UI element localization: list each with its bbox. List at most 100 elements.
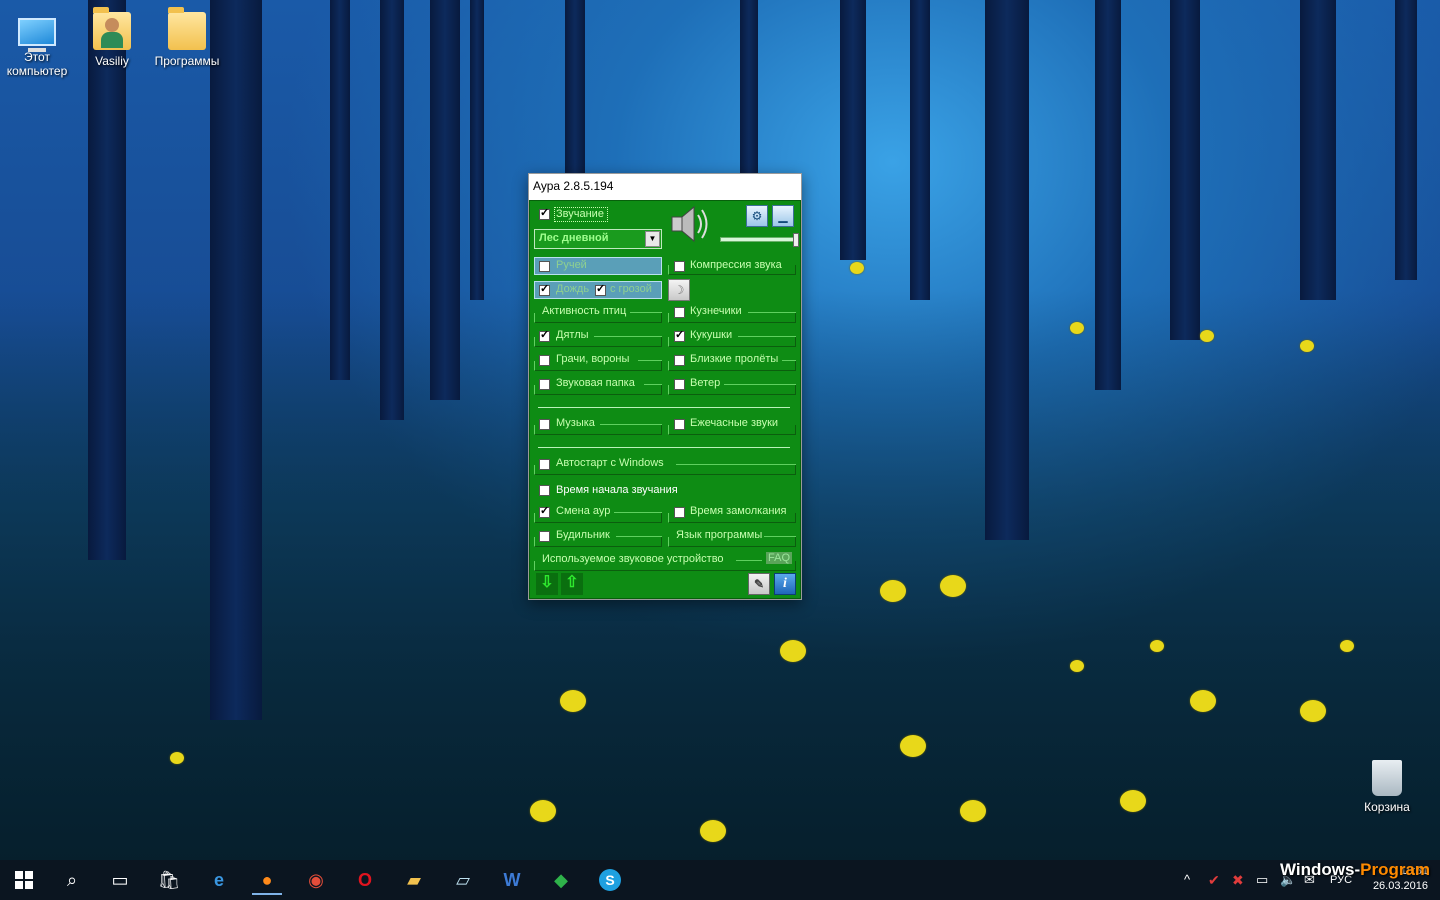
tree xyxy=(910,0,930,300)
desktop-icon-vasiliy[interactable]: Vasiliy xyxy=(75,7,149,68)
media-icon[interactable]: ◆ xyxy=(546,865,576,895)
watermark-part-1: Windows- xyxy=(1280,860,1361,879)
storm-checkbox[interactable] xyxy=(595,282,606,296)
sound-checkbox[interactable] xyxy=(539,206,550,220)
volume-slider-thumb[interactable] xyxy=(793,233,799,247)
folder-icon xyxy=(168,7,206,50)
music-group xyxy=(534,425,662,435)
daffodil xyxy=(1300,340,1314,352)
download-arrow-icon[interactable]: ⇩ xyxy=(536,573,558,595)
window-title[interactable]: Аура 2.8.5.194 xyxy=(529,174,801,199)
aura-change-group xyxy=(534,513,662,523)
chrome-icon[interactable]: ◉ xyxy=(301,865,331,895)
desktop-icon-this-pc[interactable]: Этот компьютер xyxy=(0,12,74,78)
task-view-icon[interactable]: ▭ xyxy=(105,865,135,895)
tree xyxy=(1095,0,1121,390)
daffodil xyxy=(1120,790,1146,812)
rain-label: Дождь xyxy=(556,283,590,295)
desktop-icon-programs[interactable]: Программы xyxy=(150,7,224,68)
tree xyxy=(330,0,350,380)
recycle-bin-icon xyxy=(1372,760,1402,796)
tray-app-icon[interactable]: ✖ xyxy=(1232,860,1244,900)
info-icon[interactable]: i xyxy=(774,573,796,595)
edge-icon[interactable]: e xyxy=(204,865,234,895)
daffodil xyxy=(530,800,556,822)
watermark-part-2: Program xyxy=(1360,860,1431,879)
explorer-icon[interactable]: ▰ xyxy=(399,865,429,895)
desktop-icon-label: Программы xyxy=(154,54,220,68)
opera-icon[interactable]: O xyxy=(350,865,380,895)
chevron-down-icon[interactable]: ▼ xyxy=(645,231,660,247)
taskbar: ⌕ ▭ 🛍 e ● ◉ O ▰ ▱ W ◆ S ^ ✔ ✖ ▭ 🔈 ✉ РУС … xyxy=(0,860,1440,900)
minimize-button[interactable]: ▁ xyxy=(772,205,794,227)
hourly-group xyxy=(668,425,796,435)
autostart-group xyxy=(534,465,796,475)
sound-folder-group xyxy=(534,385,662,395)
preset-value: Лес дневной xyxy=(539,232,609,244)
desktop-icon-label: Vasiliy xyxy=(95,54,129,68)
rain-checkbox[interactable] xyxy=(539,282,550,296)
cuckoos-group xyxy=(668,337,796,347)
tree xyxy=(210,0,262,720)
firefox-icon[interactable]: ● xyxy=(252,865,282,895)
skype-icon[interactable]: S xyxy=(595,865,625,895)
settings-button[interactable]: ⚙ xyxy=(746,205,768,227)
windows-start-icon[interactable] xyxy=(9,865,39,895)
wrench-icon[interactable]: ✎ xyxy=(748,573,770,595)
tree xyxy=(380,0,404,420)
desktop-icon-label: Корзина xyxy=(1364,800,1410,814)
watermark-logo: Windows-Program xyxy=(1280,860,1430,880)
grasshoppers-group xyxy=(668,313,796,323)
tree xyxy=(1395,0,1417,280)
daffodil xyxy=(880,580,906,602)
sound-label: Звучание xyxy=(556,208,604,220)
tray-chevron-icon[interactable]: ^ xyxy=(1184,860,1190,900)
clock-date: 26.03.2016 xyxy=(1372,880,1428,892)
daffodil xyxy=(170,752,184,764)
search-icon[interactable]: ⌕ xyxy=(57,865,87,895)
sleep-time-group xyxy=(668,513,796,523)
daffodil xyxy=(1200,330,1214,342)
aura-panel: Звучание Лес дневной ▼ ⚙ ▁ Ручей Дождь с… xyxy=(529,200,801,599)
flyovers-group xyxy=(668,361,796,371)
tree xyxy=(430,0,460,400)
notes-icon[interactable]: ▱ xyxy=(448,865,478,895)
device-group xyxy=(534,561,796,571)
wind-group xyxy=(668,385,796,395)
daffodil xyxy=(1070,322,1084,334)
aura-window[interactable]: Аура 2.8.5.194 Звучание Лес дневной ▼ ⚙ … xyxy=(528,173,802,600)
faq-button[interactable]: FAQ xyxy=(766,552,793,564)
volume-slider[interactable] xyxy=(720,233,799,247)
start-time-checkbox[interactable] xyxy=(539,485,550,496)
moon-icon[interactable]: ☽ xyxy=(668,279,690,301)
start-time-label: Время начала звучания xyxy=(556,484,678,496)
desktop-icon-recycle-bin[interactable]: Корзина xyxy=(1350,760,1424,814)
daffodil xyxy=(560,690,586,712)
upload-arrow-icon[interactable]: ⇧ xyxy=(561,573,583,595)
alarm-group xyxy=(534,537,662,547)
network-icon[interactable]: ▭ xyxy=(1256,860,1268,900)
divider xyxy=(538,447,790,448)
tree xyxy=(565,0,585,175)
stream-checkbox[interactable] xyxy=(539,261,550,272)
preset-select[interactable]: Лес дневной ▼ xyxy=(534,229,662,249)
word-icon[interactable]: W xyxy=(497,865,527,895)
daffodil xyxy=(780,640,806,662)
daffodil xyxy=(700,820,726,842)
daffodil xyxy=(940,575,966,597)
stream-row xyxy=(534,257,662,275)
tree xyxy=(985,0,1029,540)
tray-app-icon[interactable]: ✔ xyxy=(1208,860,1220,900)
store-icon[interactable]: 🛍 xyxy=(154,865,184,895)
storm-label: с грозой xyxy=(610,283,652,295)
daffodil xyxy=(1150,640,1164,652)
woodpeckers-group xyxy=(534,337,662,347)
active-indicator xyxy=(252,893,282,895)
divider xyxy=(538,407,790,408)
desktop-icon-label: компьютер xyxy=(6,64,68,78)
desktop-icon-label: Этот xyxy=(24,50,50,64)
daffodil xyxy=(960,800,986,822)
tree xyxy=(1300,0,1336,300)
compression-group xyxy=(668,265,796,275)
speaker-icon[interactable] xyxy=(668,203,712,245)
